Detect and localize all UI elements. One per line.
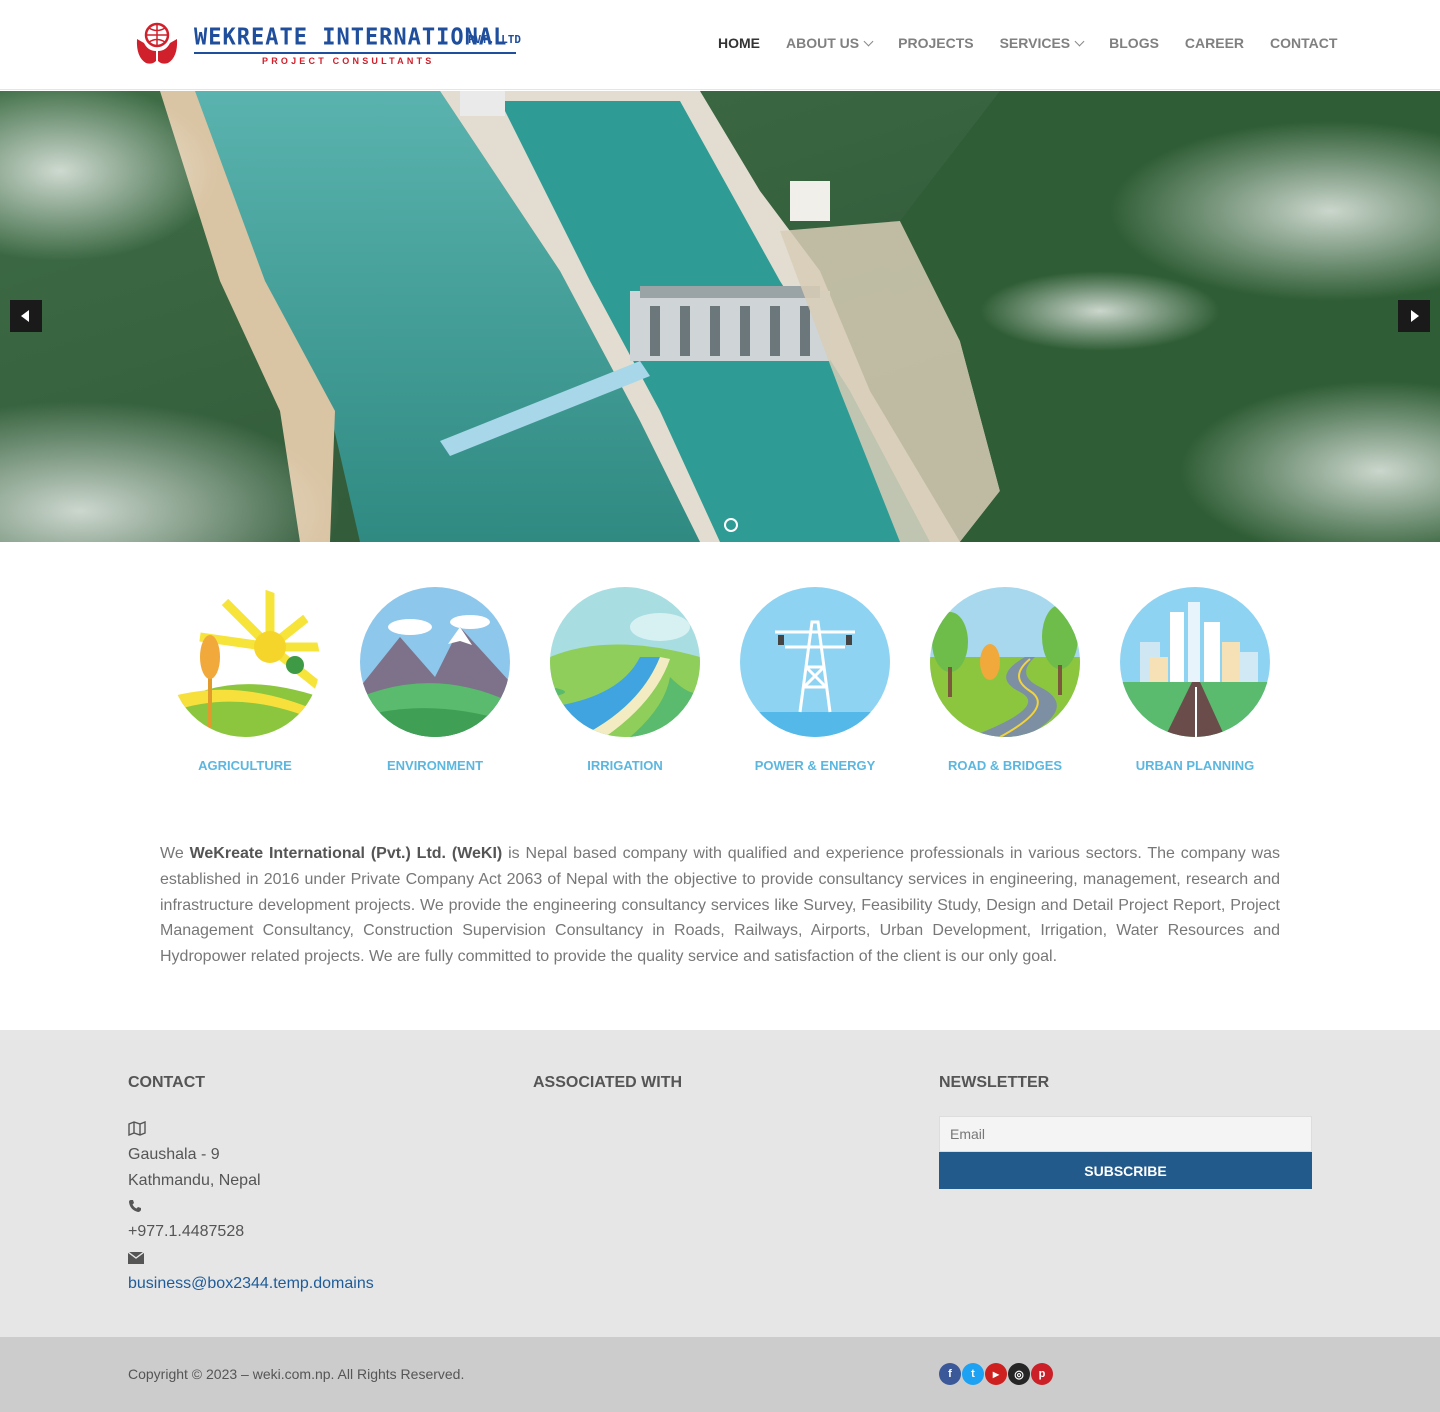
twitter-glyph: t — [971, 1368, 975, 1380]
pinterest-glyph: p — [1038, 1368, 1046, 1380]
footer-contact-info: Gaushala - 9 Kathmandu, Nepal +977.1.448… — [128, 1116, 374, 1297]
about-paragraph: We WeKreate International (Pvt.) Ltd. (W… — [160, 841, 1280, 970]
service-urban-planning[interactable]: URBAN PLANNING — [1100, 587, 1290, 773]
service-label: ROAD & BRIDGES — [947, 758, 1063, 773]
phone-number: +977.1.4487528 — [128, 1223, 245, 1241]
logo-subtitle: PROJECT CONSULTANTS — [262, 56, 435, 66]
footer-associated-heading: ASSOCIATED WITH — [533, 1074, 683, 1091]
youtube-icon[interactable]: ▶ — [985, 1363, 1007, 1385]
pinterest-icon[interactable]: p — [1031, 1363, 1053, 1385]
service-environment[interactable]: ENVIRONMENT — [340, 587, 530, 773]
logo-suffix: PVT. LTD — [468, 33, 521, 46]
city-icon — [1120, 587, 1270, 737]
address-line-1: Gaushala - 9 — [128, 1145, 220, 1163]
logo-globe-hands-icon — [136, 22, 178, 64]
company-logo[interactable]: WEKREATE INTERNATIONAL PVT. LTD PROJECT … — [134, 17, 521, 69]
service-road-bridges[interactable]: ROAD & BRIDGES — [910, 587, 1100, 773]
map-icon — [128, 1116, 374, 1142]
nav-blogs-label: BLOGS — [1109, 35, 1159, 51]
hero-dam-image — [0, 91, 1440, 542]
hero-slider — [0, 91, 1440, 542]
nav-services[interactable]: SERVICES — [999, 35, 1085, 51]
nav-projects-label: PROJECTS — [898, 35, 974, 51]
address-line-2: Kathmandu, Nepal — [128, 1171, 261, 1189]
footer-bottom-bar: Copyright © 2023 – weki.com.np. All Righ… — [0, 1337, 1440, 1412]
phone-icon — [128, 1193, 374, 1219]
social-links: f t ▶ ◎ p — [939, 1363, 1054, 1385]
chevron-right-icon — [1411, 310, 1419, 322]
twitter-icon[interactable]: t — [962, 1363, 984, 1385]
services-section: AGRICULTURE ENVIRONMENT IRRIGATION POWER… — [150, 587, 1290, 777]
service-irrigation[interactable]: IRRIGATION — [530, 587, 720, 773]
site-footer: CONTACT ASSOCIATED WITH NEWSLETTER Gaush… — [0, 1030, 1440, 1337]
service-label: AGRICULTURE — [198, 758, 292, 773]
service-power-energy[interactable]: POWER & ENERGY — [720, 587, 910, 773]
instagram-icon[interactable]: ◎ — [1008, 1363, 1030, 1385]
mountain-icon — [360, 587, 510, 737]
river-icon — [550, 587, 700, 737]
logo-divider — [194, 52, 516, 54]
nav-home[interactable]: HOME — [718, 35, 760, 51]
nav-services-label: SERVICES — [999, 35, 1071, 51]
service-label: POWER & ENERGY — [754, 758, 876, 773]
site-header: WEKREATE INTERNATIONAL PVT. LTD PROJECT … — [0, 0, 1440, 90]
about-company-name: WeKreate International (Pvt.) Ltd. (WeKI… — [189, 845, 503, 862]
nav-contact[interactable]: CONTACT — [1270, 35, 1337, 51]
footer-contact-heading: CONTACT — [128, 1074, 206, 1091]
email-link[interactable]: business@box2344.temp.domains — [128, 1271, 374, 1297]
footer-newsletter-heading: NEWSLETTER — [939, 1074, 1050, 1091]
nav-career[interactable]: CAREER — [1185, 35, 1244, 51]
instagram-glyph: ◎ — [1014, 1368, 1024, 1381]
nav-career-label: CAREER — [1184, 35, 1245, 51]
facebook-glyph: f — [948, 1368, 952, 1380]
nav-about-us[interactable]: ABOUT US — [786, 35, 874, 51]
nav-blogs[interactable]: BLOGS — [1109, 35, 1159, 51]
nav-about-us-label: ABOUT US — [786, 35, 860, 51]
slider-dot[interactable] — [724, 518, 738, 532]
agriculture-icon — [170, 587, 320, 737]
about-prefix: We — [160, 845, 190, 862]
about-body: is Nepal based company with qualified an… — [160, 845, 1280, 966]
chevron-down-icon — [863, 36, 874, 46]
newsletter-email-input[interactable] — [939, 1116, 1312, 1152]
service-label: ENVIRONMENT — [386, 758, 484, 773]
slider-next-button[interactable] — [1398, 300, 1430, 332]
subscribe-button[interactable]: SUBSCRIBE — [939, 1152, 1312, 1189]
nav-home-label: HOME — [718, 35, 760, 51]
chevron-down-icon — [1074, 36, 1085, 46]
power-tower-icon — [740, 587, 890, 737]
main-nav: HOME ABOUT US PROJECTS SERVICES BLOGS CA… — [718, 35, 1337, 51]
chevron-left-icon — [21, 310, 29, 322]
service-agriculture[interactable]: AGRICULTURE — [150, 587, 340, 773]
youtube-glyph: ▶ — [992, 1369, 1000, 1379]
road-icon — [930, 587, 1080, 737]
slider-prev-button[interactable] — [10, 300, 42, 332]
copyright-text: Copyright © 2023 – weki.com.np. All Righ… — [128, 1366, 465, 1382]
envelope-icon — [128, 1245, 374, 1271]
service-label: IRRIGATION — [587, 758, 663, 773]
service-label: URBAN PLANNING — [1135, 758, 1255, 773]
facebook-icon[interactable]: f — [939, 1363, 961, 1385]
nav-contact-label: CONTACT — [1270, 35, 1338, 51]
nav-projects[interactable]: PROJECTS — [898, 35, 973, 51]
logo-title: WEKREATE INTERNATIONAL — [194, 24, 508, 51]
